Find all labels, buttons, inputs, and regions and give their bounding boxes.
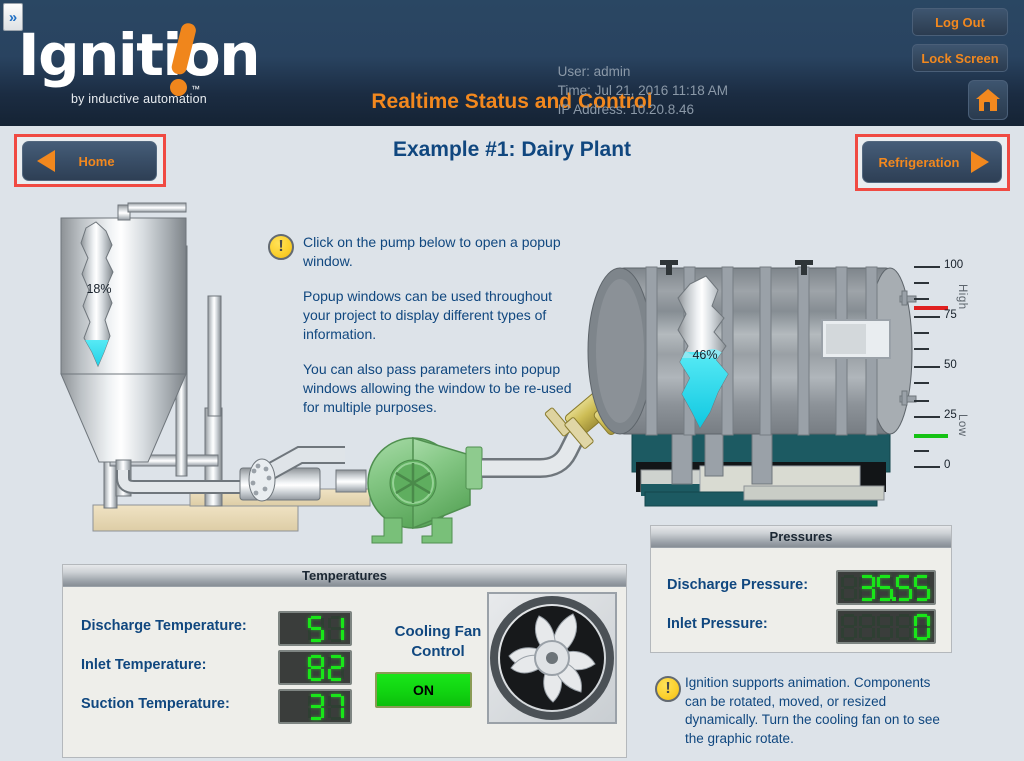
led-digit [858,613,876,640]
led-digit [876,613,894,640]
gauge-low-label: Low [956,414,968,437]
log-out-button[interactable]: Log Out [912,8,1008,36]
led-digit [327,615,345,642]
inlet-temperature-label: Inlet Temperature: [81,657,207,673]
exclamation-circle-icon: ! [268,234,294,260]
instruction-paragraph: Click on the pump below to open a popup … [303,234,561,269]
gauge-tick-label: 75 [944,309,957,321]
cooling-fan-toggle-button[interactable]: ON [375,672,472,708]
inlet-pressure-display [836,609,936,644]
page-title: Example #1: Dairy Plant [392,138,632,161]
led-digit [327,654,345,681]
suction-temperature-label: Suction Temperature: [81,696,230,712]
led-digit [307,654,325,681]
led-digit [876,574,897,601]
discharge-pressure-label: Discharge Pressure: [667,577,809,593]
logo-wordmark: Ignition [18,21,261,89]
discharge-pressure-display [836,570,936,605]
gauge-low-band [914,434,948,438]
gauge-high-label: High [956,284,968,310]
led-digit [895,613,912,640]
led-digit [840,574,857,601]
led-digit [895,574,912,601]
led-digit [307,693,325,720]
animation-note-text: Ignition supports animation. Components … [685,675,940,746]
pressures-panel-title: Pressures [651,526,951,548]
house-icon [976,89,1000,111]
tank-graphic [587,260,917,436]
instructions-text: Click on the pump below to open a popup … [303,233,575,417]
tank-level-label: 46% [692,348,718,362]
gauge-tick-label: 50 [944,359,957,371]
fan-icon [490,596,614,720]
cooling-fan-label-line1: Cooling Fan [394,623,482,640]
discharge-temperature-display [278,611,352,646]
ip-line: IP Address: 10.20.8.46 [557,102,694,117]
cooling-fan-label: Cooling Fan Control [378,622,498,662]
home-icon-button[interactable] [968,80,1008,120]
cooling-fan-label-line2: Control [411,643,465,660]
gauge-high-band [914,306,948,310]
app-title: Realtime Status and Control [371,90,653,113]
suction-temperature-display [278,689,352,724]
session-info: User: admin Time: Jul 21, 2016 11:18 AM … [558,62,728,119]
gauge-tick-label: 100 [944,259,964,271]
led-digit [327,693,345,720]
exclamation-circle-icon: ! [655,676,681,702]
level-gauge: 100 75 50 25 0 High Low [914,259,984,471]
instruction-paragraph: You can also pass parameters into popup … [303,361,572,415]
silo-liquid [81,340,113,366]
pressures-panel: Pressures Discharge Pressure: Inlet Pres… [650,525,952,653]
pump-graphic [335,436,483,544]
led-digit [913,613,930,640]
led-digit [913,574,930,601]
user-line: User: admin [557,64,631,79]
discharge-temperature-label: Discharge Temperature: [81,618,247,634]
instruction-paragraph: Popup windows can be used throughout you… [303,288,553,342]
gauge-tick-label: 25 [944,409,957,421]
led-digit [858,574,876,601]
lock-screen-button[interactable]: Lock Screen [912,44,1008,72]
temperatures-panel-title: Temperatures [63,565,626,587]
inlet-pressure-label: Inlet Pressure: [667,616,768,632]
tank-liquid [678,352,728,428]
led-digit [307,615,325,642]
hmi-screen: » Ignition ™ by inductive automation Rea… [0,0,1024,761]
fan-animation-graphic [487,592,617,724]
time-line: Time: Jul 21, 2016 11:18 AM [557,83,728,98]
silo-level-label: 18% [86,282,112,296]
inlet-temperature-display [278,650,352,685]
header-bar: » Ignition ™ by inductive automation Rea… [0,0,1024,126]
led-digit [840,613,857,640]
gauge-tick-label: 0 [944,459,951,471]
